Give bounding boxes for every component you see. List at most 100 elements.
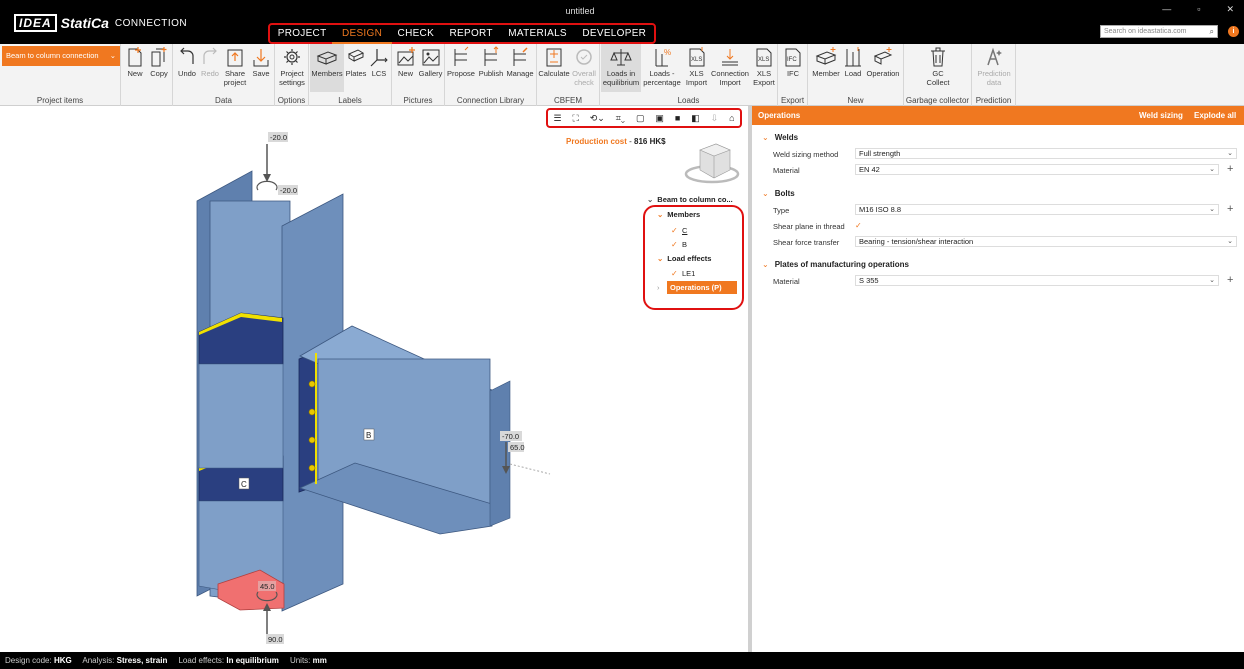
fit-view-icon[interactable]: ☰: [553, 113, 561, 124]
new-picture-button[interactable]: New: [394, 46, 417, 78]
window-title: untitled: [565, 6, 595, 16]
explode-all-button[interactable]: Explode all: [1194, 106, 1236, 125]
publish-button[interactable]: Publish: [477, 46, 505, 78]
bottom-moment-label: 45.0: [260, 582, 275, 591]
labels-members-toggle[interactable]: Members: [310, 44, 344, 92]
calculate-button[interactable]: Calculate: [538, 46, 570, 78]
xls-import-button[interactable]: XLS XLS Import: [683, 46, 710, 87]
tree-operations[interactable]: Operations (P): [667, 281, 737, 294]
copy-project-button[interactable]: Copy: [148, 46, 170, 78]
add-bolt-type-icon[interactable]: +: [1227, 204, 1233, 215]
undo-button[interactable]: Undo: [175, 46, 199, 78]
group-label-project-items: Project items: [36, 96, 84, 105]
checkbox-checked-icon[interactable]: ✓: [671, 241, 678, 249]
shear-plane-checkbox[interactable]: ✓: [855, 221, 862, 230]
3d-viewport[interactable]: -20.0 -20.0 -70.0 65.0 45.0 90.0 B C: [0, 106, 748, 652]
search-input[interactable]: Search on ideastatica.com ⌕: [1100, 25, 1218, 38]
tree-member-b[interactable]: ✓ B: [671, 240, 687, 249]
loads-percentage-button[interactable]: % Loads - percentage: [642, 46, 682, 87]
chevron-down-icon[interactable]: ⌄: [762, 133, 769, 142]
group-project-items: Beam to column connection ⌄ Project item…: [0, 44, 121, 106]
crop-section-icon[interactable]: ⌗⌄: [616, 113, 625, 124]
menu-design[interactable]: DESIGN: [331, 28, 393, 44]
section-plates[interactable]: ⌄ Plates of manufacturing operations: [762, 260, 909, 269]
group-label-garbage-collector: Garbage collector: [905, 96, 970, 105]
loads-in-equilibrium-toggle[interactable]: Loads in equilibrium: [601, 44, 641, 92]
maximize-icon[interactable]: ▫: [1197, 4, 1200, 15]
navigation-cube[interactable]: [684, 143, 740, 184]
gallery-button[interactable]: Gallery: [418, 46, 443, 78]
minimize-icon[interactable]: —: [1162, 4, 1171, 15]
add-plate-material-icon[interactable]: +: [1227, 275, 1233, 286]
section-bolts[interactable]: ⌄ Bolts: [762, 189, 795, 198]
chevron-down-icon[interactable]: ⌄: [762, 189, 769, 198]
close-icon[interactable]: ✕: [1226, 4, 1234, 15]
menu-report[interactable]: REPORT: [448, 28, 495, 39]
section-welds[interactable]: ⌄ Welds: [762, 133, 798, 142]
units-value: mm: [312, 656, 327, 665]
menu-materials[interactable]: MATERIALS: [506, 28, 569, 39]
show-loads-icon[interactable]: ⇩: [711, 113, 719, 124]
picture-new-icon: [397, 47, 415, 66]
ifc-export-button[interactable]: IFC IFC: [781, 46, 805, 78]
add-weld-material-icon[interactable]: +: [1227, 164, 1233, 175]
share-project-button[interactable]: Share project: [221, 46, 249, 87]
new-operation-button[interactable]: Operation: [864, 46, 902, 78]
gc-collect-button[interactable]: GC Collect: [924, 46, 952, 87]
chevron-down-icon[interactable]: ⌄: [762, 260, 769, 269]
checkbox-checked-icon[interactable]: ✓: [671, 227, 678, 235]
labels-lcs-toggle[interactable]: LCS: [368, 46, 390, 78]
connection-3d-model[interactable]: -20.0 -20.0 -70.0 65.0 45.0 90.0 B C: [0, 106, 748, 652]
tree-load-effects[interactable]: ⌄ Load effects: [657, 254, 711, 263]
chevron-down-icon[interactable]: ⌄: [657, 254, 663, 263]
wireframe-view-icon[interactable]: ▢: [636, 113, 645, 124]
connection-import-button[interactable]: Connection Import: [710, 46, 750, 87]
checkbox-checked-icon[interactable]: ✓: [671, 270, 678, 278]
chevron-right-icon[interactable]: ›: [657, 283, 660, 292]
plate-material-select[interactable]: S 355 ⌄: [855, 275, 1219, 286]
project-item-dropdown[interactable]: Beam to column connection ⌄: [2, 46, 120, 66]
transparent-view-icon[interactable]: ▣: [655, 113, 664, 124]
publish-icon: [484, 46, 499, 66]
analysis-value: Stress, strain: [116, 656, 168, 665]
bottom-load-label: 90.0: [268, 635, 283, 644]
save-button[interactable]: Save: [250, 46, 272, 78]
weld-sizing-method-select[interactable]: Full strength ⌄: [855, 148, 1237, 159]
menu-developer[interactable]: DEVELOPER: [580, 28, 648, 39]
new-project-button[interactable]: New: [124, 46, 146, 78]
section-view-icon[interactable]: ◧: [691, 113, 700, 124]
labels-plates-toggle[interactable]: Plates: [345, 46, 367, 78]
zoom-extents-icon[interactable]: ⛶: [572, 113, 578, 124]
tree-operations-expander[interactable]: ›: [657, 283, 660, 292]
rotate-view-icon[interactable]: ⟲⌄: [590, 113, 605, 124]
info-icon[interactable]: i: [1228, 26, 1239, 37]
shear-force-transfer-select[interactable]: Bearing - tension/shear interaction ⌄: [855, 236, 1237, 247]
tree-member-c[interactable]: ✓ C: [671, 226, 687, 235]
home-view-icon[interactable]: ⌂: [729, 113, 734, 123]
new-member-button[interactable]: Member: [810, 46, 842, 78]
new-load-button[interactable]: Load: [842, 46, 864, 78]
prediction-data-button[interactable]: Prediction data: [974, 46, 1014, 87]
weld-sizing-button[interactable]: Weld sizing: [1139, 106, 1183, 125]
bolt-2: [308, 408, 316, 416]
tree-members[interactable]: ⌄ Members: [657, 210, 700, 219]
chevron-down-icon[interactable]: ⌄: [657, 210, 663, 219]
redo-button[interactable]: Redo: [199, 46, 221, 78]
overall-check-button[interactable]: Overall check: [570, 46, 598, 87]
tree-root[interactable]: ⌄ Beam to column co...: [647, 195, 733, 204]
xls-export-button[interactable]: XLS XLS Export: [751, 46, 777, 87]
menu-check[interactable]: CHECK: [396, 28, 437, 39]
tree-load-le1[interactable]: ✓ LE1: [671, 269, 695, 278]
production-cost-label: Production cost: [566, 137, 627, 146]
manage-button[interactable]: Manage: [505, 46, 535, 78]
chevron-down-icon[interactable]: ⌄: [647, 195, 653, 204]
shear-plane-label: Shear plane in thread: [773, 222, 845, 231]
search-icon[interactable]: ⌕: [1210, 26, 1214, 37]
menu-project[interactable]: PROJECT: [276, 28, 329, 39]
weld-material-select[interactable]: EN 42 ⌄: [855, 164, 1219, 175]
search-placeholder: Search on ideastatica.com: [1104, 28, 1187, 35]
solid-view-icon[interactable]: ■: [675, 113, 680, 123]
project-settings-button[interactable]: Project settings: [277, 46, 307, 87]
bolt-type-select[interactable]: M16 ISO 8.8 ⌄: [855, 204, 1219, 215]
propose-button[interactable]: Propose: [446, 46, 476, 78]
